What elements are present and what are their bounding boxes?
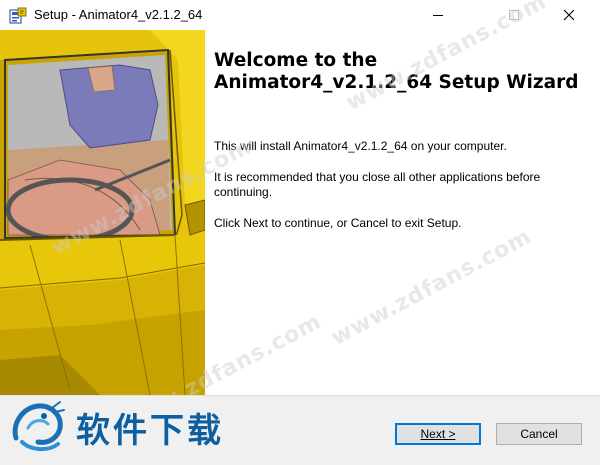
setup-app-icon — [9, 7, 27, 25]
close-icon — [563, 9, 575, 21]
maximize-button[interactable] — [491, 0, 537, 30]
next-button-label: Next > — [420, 427, 456, 441]
brand-text: 软件下载 — [76, 411, 224, 451]
maximize-icon — [508, 9, 520, 21]
instruction-text: Click Next to continue, or Cancel to exi… — [214, 216, 462, 230]
dragon-logo-icon — [8, 398, 68, 458]
close-button[interactable] — [546, 0, 592, 30]
wizard-side-image — [0, 30, 205, 395]
cancel-button-label: Cancel — [520, 427, 558, 441]
welcome-content: Welcome to the Animator4_v2.1.2_64 Setup… — [205, 30, 600, 395]
next-button[interactable]: Next > — [395, 423, 481, 445]
install-text: This will install Animator4_v2.1.2_64 on… — [214, 139, 507, 153]
title-bar[interactable]: Setup - Animator4_v2.1.2_64 — [0, 0, 600, 30]
setup-window: Setup - Animator4_v2.1.2_64 Welcome to t… — [0, 0, 600, 465]
minimize-icon — [432, 9, 444, 21]
recommend-text: It is recommended that you close all oth… — [214, 170, 541, 199]
welcome-heading: Welcome to the Animator4_v2.1.2_64 Setup… — [214, 50, 579, 93]
window-title: Setup - Animator4_v2.1.2_64 — [34, 7, 203, 22]
minimize-button[interactable] — [415, 0, 461, 30]
cancel-button[interactable]: Cancel — [496, 423, 582, 445]
